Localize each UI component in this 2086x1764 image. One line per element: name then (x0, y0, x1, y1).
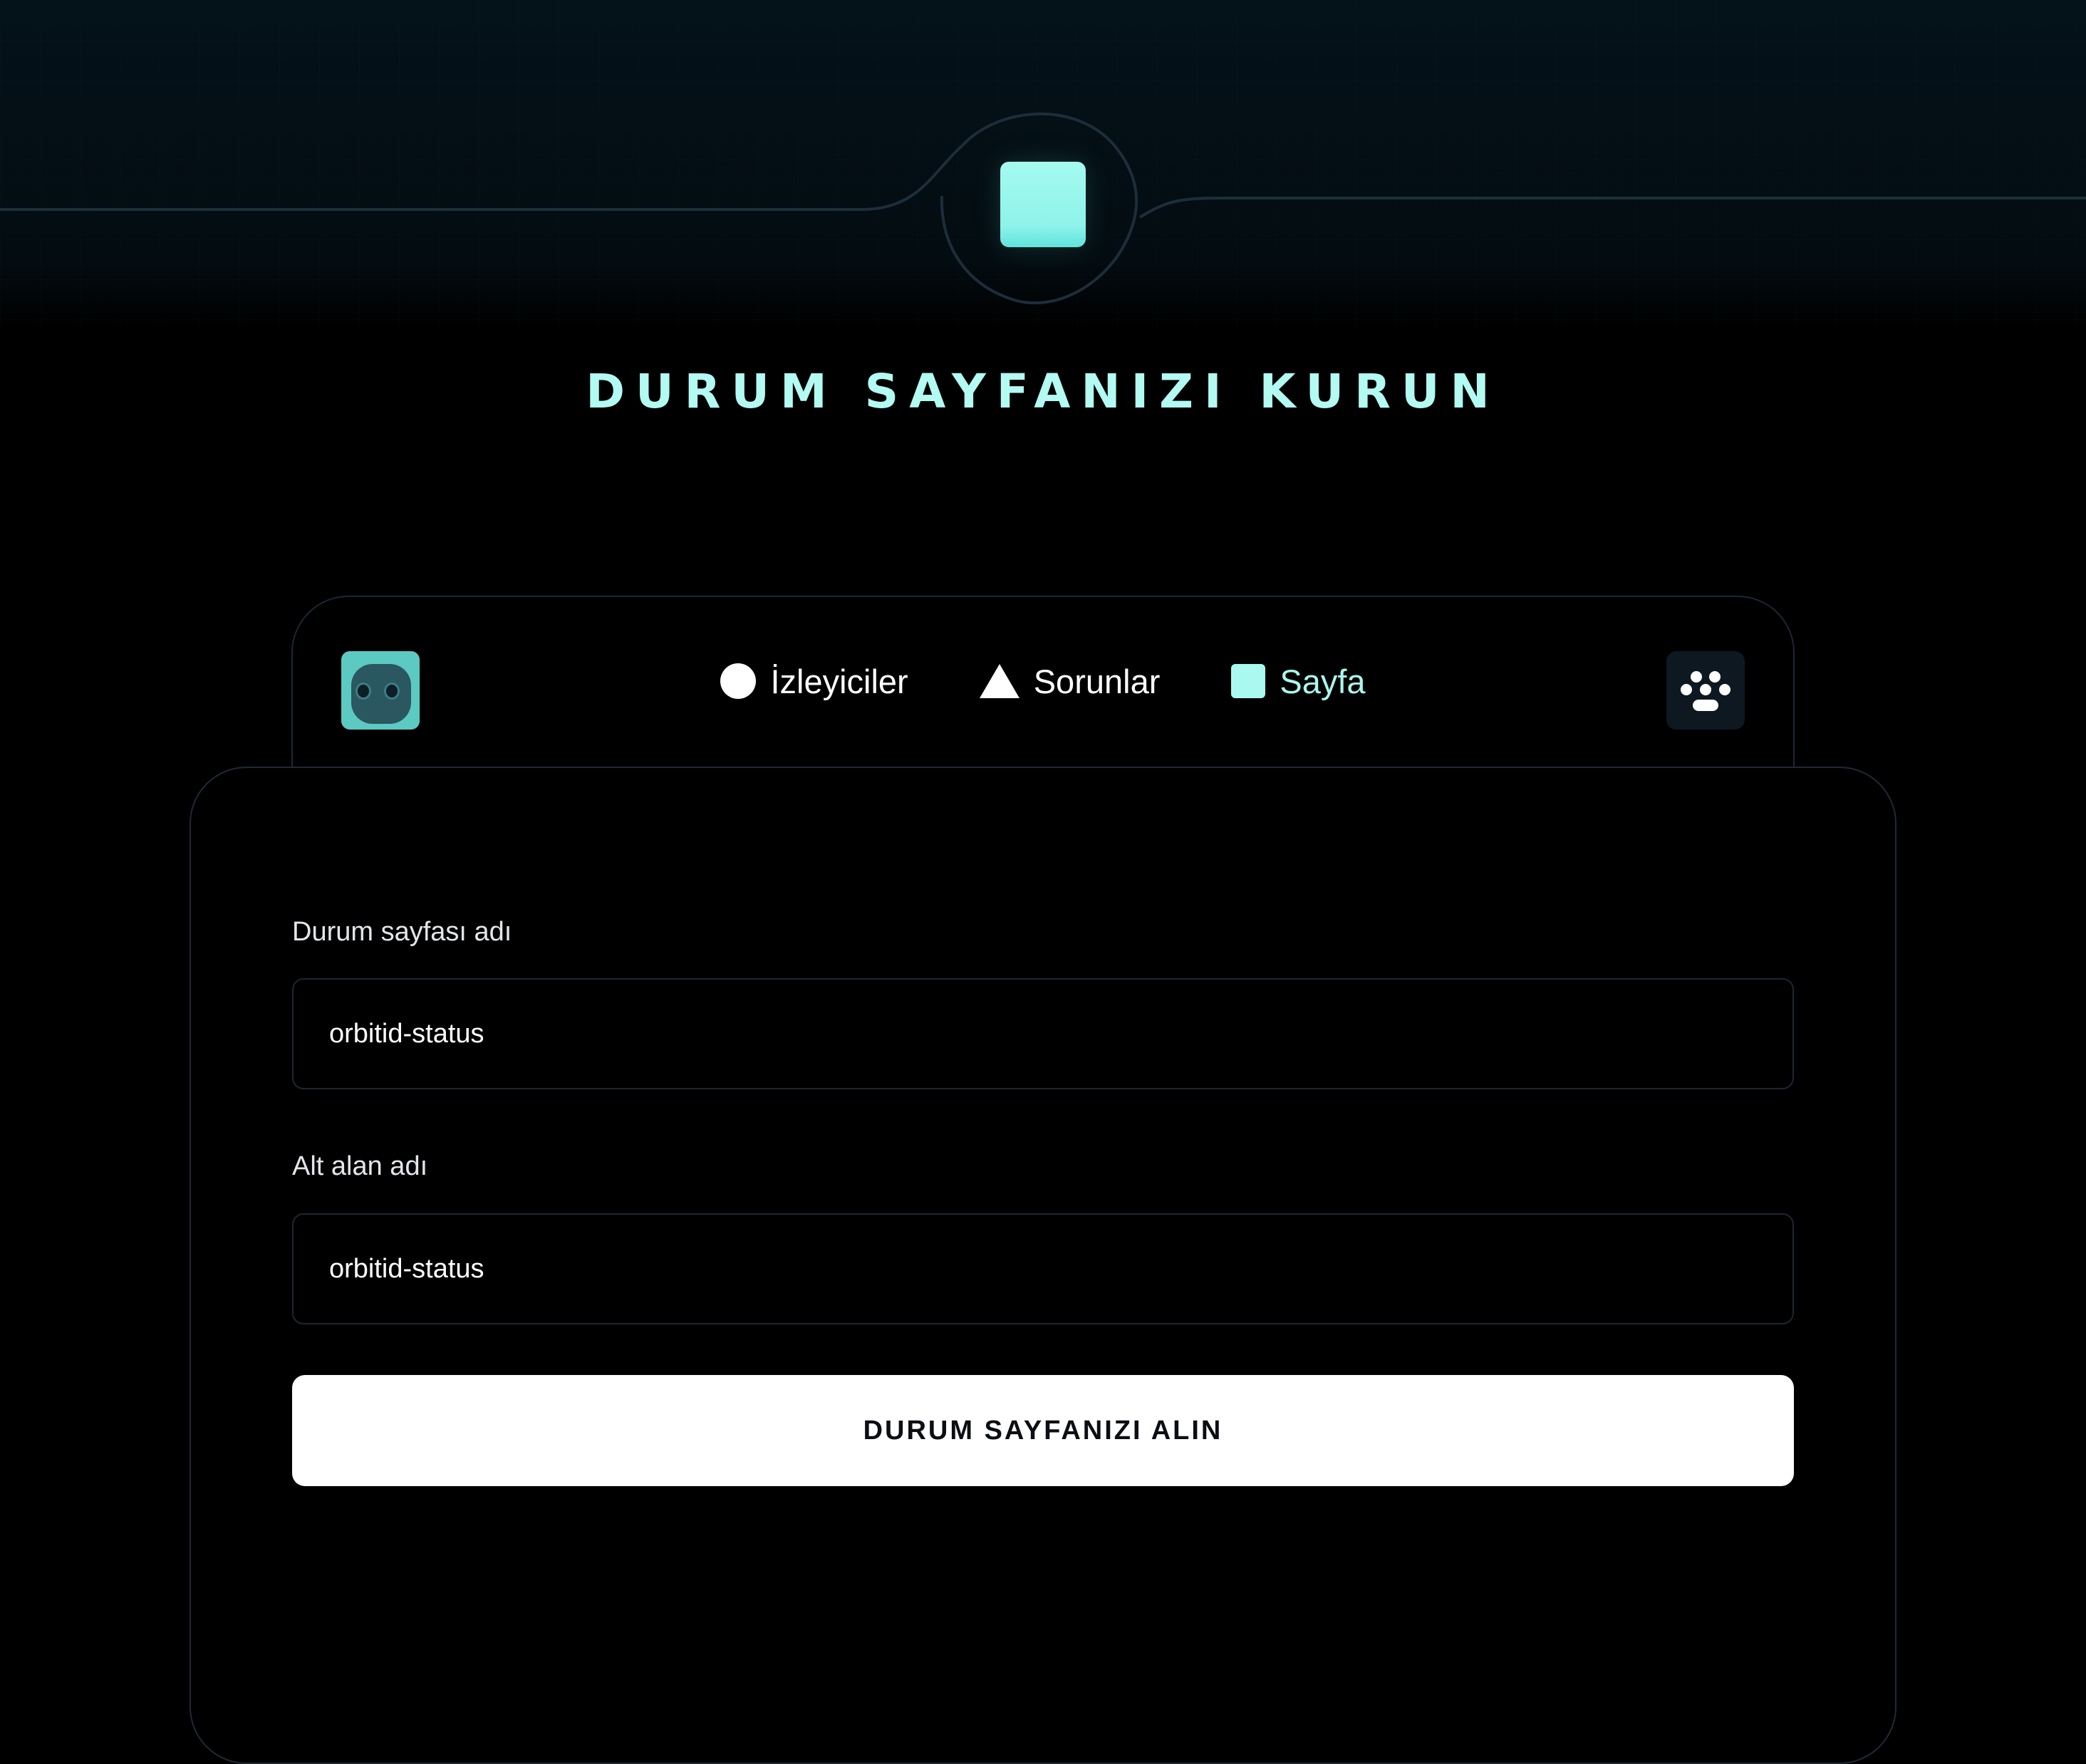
square-icon (1231, 664, 1266, 698)
triangle-icon (979, 664, 1019, 698)
subdomain-input[interactable] (292, 1213, 1794, 1324)
tab-page[interactable]: Sayfa (1231, 662, 1366, 701)
page-title: DURUM SAYFANIZI KURUN (586, 364, 1500, 419)
paw-icon (1681, 671, 1730, 711)
tab-incidents-label: Sorunlar (1033, 662, 1161, 700)
tab-monitors[interactable]: İzleyiciler (720, 662, 908, 701)
get-status-page-button[interactable]: DURUM SAYFANIZI ALIN (292, 1375, 1794, 1486)
page-name-label: Durum sayfası adı (292, 917, 512, 947)
tab-incidents[interactable]: Sorunlar (979, 662, 1161, 701)
tab-monitors-label: İzleyiciler (770, 662, 908, 700)
brand-logo-icon (1000, 162, 1086, 247)
tab-page-label: Sayfa (1280, 662, 1366, 700)
page-name-input[interactable] (292, 978, 1794, 1089)
subdomain-label: Alt alan adı (292, 1151, 428, 1181)
hero-banner (0, 0, 2086, 328)
nav-tabs: İzleyiciler Sorunlar Sayfa (0, 647, 2086, 715)
circle-icon (720, 663, 757, 699)
paw-button[interactable] (1666, 651, 1745, 730)
